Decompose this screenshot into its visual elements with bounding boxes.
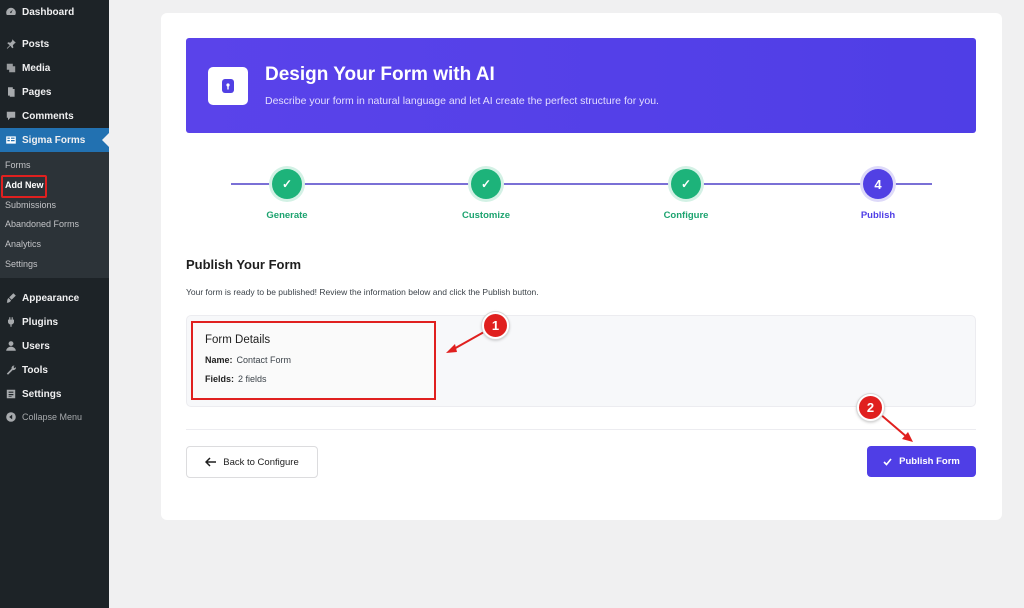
annotation-arrows <box>446 331 913 442</box>
annotation-badge-2: 2 <box>857 394 884 421</box>
annotation-badge-1: 1 <box>482 312 509 339</box>
